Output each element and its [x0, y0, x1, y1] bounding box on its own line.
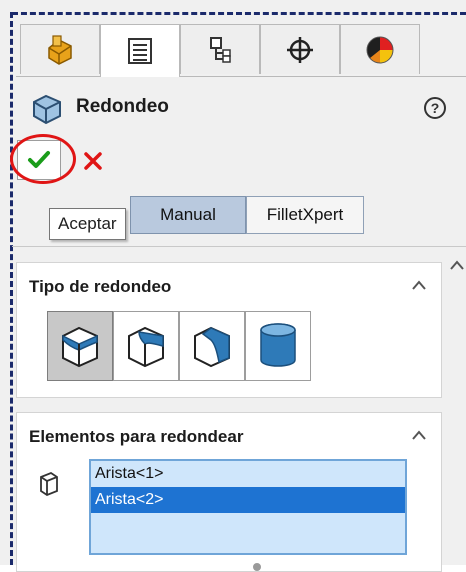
manager-tabs — [16, 24, 466, 77]
configuration-manager-icon — [210, 36, 231, 63]
filletxpert-mode-button[interactable]: FilletXpert — [246, 196, 364, 234]
display-manager-icon — [366, 36, 394, 63]
scroll-up-icon[interactable] — [448, 258, 466, 272]
ok-tooltip: Aceptar — [49, 208, 126, 240]
tab-dimxpert-manager[interactable] — [260, 24, 340, 74]
constant-size-fillet-button[interactable] — [47, 311, 113, 381]
face-fillet-button[interactable] — [179, 311, 245, 381]
variable-size-fillet-icon — [128, 326, 164, 368]
help-icon[interactable]: ? — [424, 97, 446, 119]
constant-size-fillet-icon — [62, 326, 98, 368]
close-icon[interactable] — [82, 150, 104, 172]
chevron-up-icon[interactable] — [411, 279, 427, 291]
edge-selection-icon — [40, 471, 58, 497]
tab-property-manager[interactable] — [100, 24, 180, 77]
list-item[interactable]: Arista<2> — [91, 487, 405, 513]
full-round-fillet-icon — [260, 323, 296, 367]
resize-grip[interactable] — [253, 563, 261, 571]
feature-title: Redondeo — [76, 96, 169, 117]
property-manager-icon — [128, 38, 152, 64]
highlight-circle — [10, 134, 76, 184]
tab-feature-tree[interactable] — [20, 24, 100, 74]
manual-mode-button[interactable]: Manual — [130, 196, 246, 234]
tab-configuration-manager[interactable] — [180, 24, 260, 74]
edges-listbox[interactable]: Arista<1> Arista<2> — [89, 459, 407, 555]
selection-outline-top — [12, 12, 466, 15]
face-fillet-icon — [194, 326, 230, 368]
items-to-fillet-group: Elementos para redondear Arista<1> Arist… — [16, 412, 442, 572]
full-round-fillet-button[interactable] — [245, 311, 311, 381]
chevron-up-icon[interactable] — [411, 429, 427, 441]
list-item[interactable]: Arista<1> — [91, 461, 405, 487]
selection-outline-left — [10, 12, 13, 565]
dimxpert-icon — [287, 36, 313, 63]
group-title: Tipo de redondeo — [29, 277, 172, 296]
variable-size-fillet-button[interactable] — [113, 311, 179, 381]
fillet-type-group: Tipo de redondeo — [16, 262, 442, 398]
fillet-feature-icon — [33, 94, 61, 125]
feature-tree-icon — [48, 34, 72, 65]
property-manager: Redondeo ? Manual FilletXpert Aceptar Ti… — [0, 0, 466, 572]
tab-display-manager[interactable] — [340, 24, 420, 74]
group-title: Elementos para redondear — [29, 427, 244, 446]
divider — [12, 246, 466, 247]
